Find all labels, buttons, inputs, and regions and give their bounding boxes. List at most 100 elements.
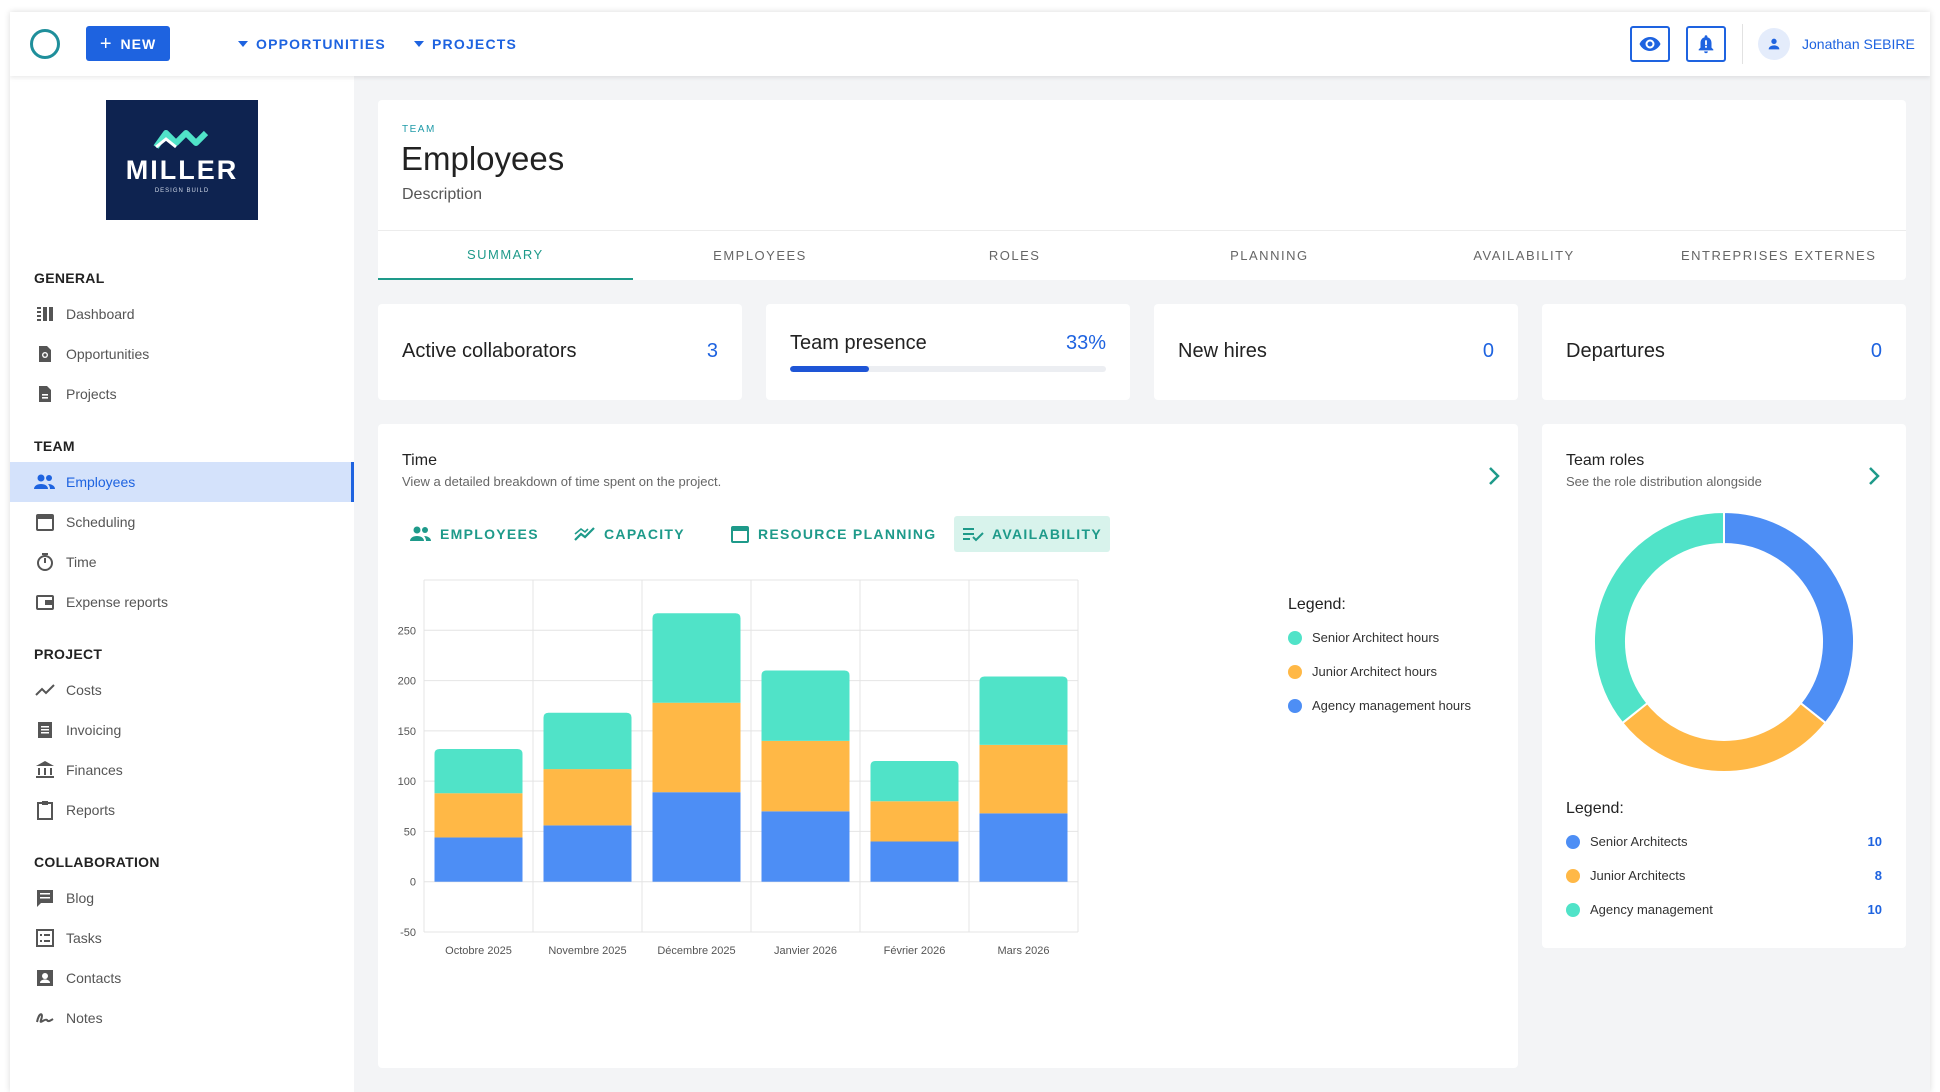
chip-resource-planning[interactable]: RESOURCE PLANNING (722, 516, 944, 552)
bar-segment (870, 841, 959, 882)
sidebar-item-label: Dashboard (66, 306, 135, 322)
team-roles-card: Team roles See the role distribution alo… (1542, 424, 1906, 948)
bar-segment (979, 676, 1068, 745)
checklist-icon (34, 927, 56, 949)
legend-dot (1566, 902, 1580, 917)
opportunities-menu[interactable]: OPPORTUNITIES (238, 12, 386, 76)
sidebar-item-label: Notes (66, 1010, 103, 1026)
y-tick-label: 250 (398, 625, 416, 637)
chip-availability[interactable]: AVAILABILITY (954, 516, 1110, 552)
y-tick-label: 50 (404, 826, 416, 838)
bar-segment (434, 793, 523, 838)
sidebar-item-scheduling[interactable]: Scheduling (10, 502, 354, 542)
bar-segment (979, 744, 1068, 814)
tab-entreprises-externes[interactable]: ENTREPRISES EXTERNES (1651, 231, 1906, 280)
chip-employees[interactable]: EMPLOYEES (402, 516, 547, 552)
caret-down-icon (238, 41, 248, 47)
bar-segment (870, 761, 959, 802)
chip-label: CAPACITY (604, 526, 685, 542)
sidebar-item-finances[interactable]: Finances (10, 750, 354, 790)
trending-up-icon (574, 527, 595, 541)
sidebar-item-dashboard[interactable]: Dashboard (10, 294, 354, 334)
y-tick-label: 150 (398, 726, 416, 738)
sidebar-item-label: Reports (66, 802, 116, 818)
roles-card-subtitle: See the role distribution alongside (1566, 474, 1762, 489)
sidebar-item-label: Costs (66, 682, 102, 698)
stat-value: 0 (1870, 340, 1882, 362)
tab-planning[interactable]: PLANNING (1142, 231, 1397, 280)
dashboard-icon (34, 303, 56, 325)
bar-segment (979, 813, 1068, 882)
app-logo[interactable] (30, 29, 60, 59)
sidebar-item-label: Contacts (66, 970, 122, 986)
preview-button[interactable] (1630, 26, 1670, 62)
stat-label: Active collaborators (402, 340, 577, 362)
sidebar-item-reports[interactable]: Reports (10, 790, 354, 830)
y-tick-label: 100 (398, 776, 416, 788)
team-roles-donut-chart (1594, 512, 1854, 772)
stat-value: 3 (706, 340, 718, 362)
sidebar-item-invoicing[interactable]: Invoicing (10, 710, 354, 750)
stat-active-collaborators: Active collaborators 3 (378, 304, 742, 400)
legend-item-junior-architects: Junior Architects (1566, 868, 1685, 883)
bar-segment (543, 769, 632, 826)
user-name[interactable]: Jonathan SEBIRE (1802, 36, 1915, 52)
bar-segment (434, 837, 523, 882)
role-count: 10 (1867, 834, 1882, 849)
projects-menu[interactable]: PROJECTS (414, 12, 517, 76)
time-card-title: Time (402, 452, 437, 469)
sidebar-item-time[interactable]: Time (10, 542, 354, 582)
sidebar-item-label: Time (66, 554, 97, 570)
sidebar: MILLER DESIGN BUILD GENERAL Dashboard Op… (10, 76, 354, 1092)
sidebar-item-expense-reports[interactable]: Expense reports (10, 582, 354, 622)
legend-item-junior-architect-hours: Junior Architect hours (1288, 664, 1437, 679)
tab-availability[interactable]: AVAILABILITY (1397, 231, 1652, 280)
tab-roles[interactable]: ROLES (887, 231, 1142, 280)
chip-label: RESOURCE PLANNING (758, 526, 937, 542)
new-button[interactable]: + NEW (86, 26, 170, 61)
sidebar-item-costs[interactable]: Costs (10, 670, 354, 710)
breadcrumb[interactable]: TEAM (402, 124, 436, 135)
sidebar-item-notes[interactable]: Notes (10, 998, 354, 1038)
bar-segment (434, 748, 523, 794)
tab-employees[interactable]: EMPLOYEES (633, 231, 888, 280)
x-tick-label: Octobre 2025 (445, 945, 512, 957)
sidebar-item-label: Scheduling (66, 514, 136, 530)
legend-label: Senior Architects (1590, 834, 1688, 849)
chevron-right-icon[interactable] (1862, 464, 1886, 488)
stat-value: 0 (1482, 340, 1494, 362)
app-window: + NEW OPPORTUNITIES PROJECTS Jonathan SE… (10, 12, 1930, 1092)
y-tick-label: -50 (400, 927, 416, 939)
chevron-right-icon[interactable] (1482, 464, 1506, 488)
bell-icon (1698, 35, 1714, 54)
sidebar-item-employees[interactable]: Employees (10, 462, 354, 502)
sidebar-item-tasks[interactable]: Tasks (10, 918, 354, 958)
document-search-icon (34, 343, 56, 365)
signature-icon (34, 1007, 56, 1029)
y-tick-label: 200 (398, 676, 416, 688)
x-tick-label: Février 2026 (884, 945, 946, 957)
sidebar-item-contacts[interactable]: Contacts (10, 958, 354, 998)
notifications-button[interactable] (1686, 26, 1726, 62)
chip-capacity[interactable]: CAPACITY (566, 516, 693, 552)
sidebar-item-projects[interactable]: Projects (10, 374, 354, 414)
section-title-team: TEAM (34, 438, 75, 454)
page-title: Employees (401, 140, 565, 177)
roles-legend-title: Legend: (1566, 800, 1624, 817)
stat-new-hires: New hires 0 (1154, 304, 1518, 400)
bar-segment (870, 801, 959, 842)
sidebar-item-opportunities[interactable]: Opportunities (10, 334, 354, 374)
page-description: Description (402, 186, 483, 203)
sidebar-item-blog[interactable]: Blog (10, 878, 354, 918)
receipt-icon (34, 719, 56, 741)
bar-segment (543, 712, 632, 770)
eye-icon (1639, 37, 1661, 51)
bar-segment (761, 740, 850, 812)
user-avatar[interactable] (1758, 28, 1790, 60)
company-logo: MILLER DESIGN BUILD (106, 100, 258, 220)
page-header: TEAM Employees Description SUMMARY EMPLO… (378, 100, 1906, 280)
brand-mark-icon (153, 129, 209, 149)
tab-summary[interactable]: SUMMARY (378, 231, 633, 280)
plus-icon: + (99, 32, 113, 55)
time-card: Time View a detailed breakdown of time s… (378, 424, 1518, 1068)
